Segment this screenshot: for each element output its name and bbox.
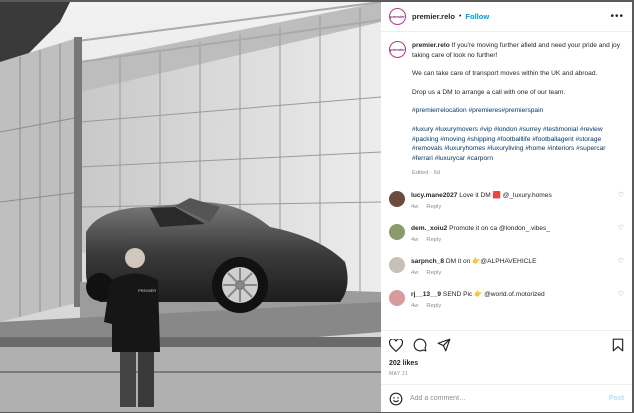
commenter-username[interactable]: sarpnch_8 (411, 258, 444, 265)
commenter-avatar[interactable] (389, 256, 405, 273)
comment-text: Promote it on ca @london_.vibes_ (449, 224, 551, 232)
comments-scroll-area[interactable]: premier premier.relo If you're moving fu… (381, 33, 632, 328)
reply-button[interactable]: Reply (426, 303, 441, 309)
save-bookmark-icon[interactable] (612, 338, 624, 352)
caption-hashtags-1[interactable]: #premierrelocation #premieres#premierspa… (412, 106, 624, 116)
comment-bubble-icon[interactable] (413, 338, 427, 352)
likes-count[interactable]: 202 likes (389, 360, 624, 367)
comment-like-icon[interactable]: ♡ (614, 224, 624, 245)
caption-meta: Edited · 6d (412, 170, 441, 177)
post-photo-image: PREMIER (0, 2, 381, 412)
post-side-panel: premier premier.relo • Follow ••• premie… (381, 2, 632, 412)
commenter-username[interactable]: lucy.mane2027 (411, 192, 457, 199)
post-header: premier premier.relo • Follow ••• (381, 2, 632, 32)
comment-age: 4w (411, 302, 419, 309)
commenter-avatar[interactable] (389, 190, 405, 207)
post-caption: premier premier.relo If you're moving fu… (389, 41, 624, 179)
post-date: MAY 21 (389, 371, 409, 377)
comment-input[interactable] (410, 395, 609, 402)
caption-avatar[interactable]: premier (389, 41, 406, 58)
comment-age: 4w (411, 269, 419, 276)
comment-item: dem._xoiu2 Promote it on ca @london_.vib… (389, 223, 624, 245)
post-comment-button[interactable]: Post (609, 395, 624, 402)
comment-text: Love it DM 🟥 @_luxury.homes (459, 191, 552, 199)
commenter-avatar[interactable] (389, 289, 405, 306)
author-avatar[interactable]: premier (389, 8, 406, 25)
caption-hashtags-2[interactable]: #luxury #luxurymovers #vip #london #surr… (412, 125, 624, 163)
comment-item: rj__13__9 SEND Pic 👉 @world.of.motorized… (389, 289, 624, 311)
caption-avatar-text: premier (390, 47, 405, 52)
comment-item: lucy.mane2027 Love it DM 🟥 @_luxury.home… (389, 190, 624, 212)
emoji-icon[interactable] (389, 392, 403, 406)
comment-like-icon[interactable]: ♡ (614, 257, 624, 278)
reply-button[interactable]: Reply (426, 204, 441, 210)
reply-button[interactable]: Reply (426, 237, 441, 243)
commenter-username[interactable]: dem._xoiu2 (411, 225, 447, 232)
comment-like-icon[interactable]: ♡ (614, 290, 624, 311)
comment-item: sarpnch_8 DM it on 👉@ALPHAVEHICLE 4w Repl… (389, 256, 624, 278)
comment-like-icon[interactable]: ♡ (614, 191, 624, 212)
caption-username[interactable]: premier.relo (412, 42, 450, 49)
commenter-avatar[interactable] (389, 223, 405, 240)
post-modal: PREMIER premier premier.relo • Follow ••… (0, 2, 632, 412)
caption-line-3: Drop us a DM to arrange a call with one … (412, 88, 566, 96)
comment-text: DM it on 👉@ALPHAVEHICLE (445, 257, 537, 265)
comment-age: 4w (411, 203, 419, 210)
commenter-username[interactable]: rj__13__9 (411, 291, 441, 298)
like-heart-icon[interactable] (389, 338, 403, 352)
reply-button[interactable]: Reply (426, 270, 441, 276)
add-comment-bar: Post (381, 384, 632, 412)
header-separator: • (458, 13, 462, 20)
caption-line-2: We can take care of transport moves with… (412, 70, 598, 78)
follow-button[interactable]: Follow (465, 12, 489, 21)
comment-text: SEND Pic 👉 @world.of.motorized (442, 290, 545, 298)
background: PREMIER premier premier.relo • Follow ••… (0, 0, 634, 413)
post-actions: 202 likes MAY 21 (381, 330, 632, 377)
avatar-text: premier (390, 14, 405, 19)
more-options-icon[interactable]: ••• (610, 11, 624, 22)
svg-text:PREMIER: PREMIER (138, 288, 156, 293)
comment-age: 4w (411, 236, 419, 243)
post-photo: PREMIER (0, 2, 381, 412)
author-username[interactable]: premier.relo (412, 12, 455, 21)
share-send-icon[interactable] (437, 338, 451, 352)
